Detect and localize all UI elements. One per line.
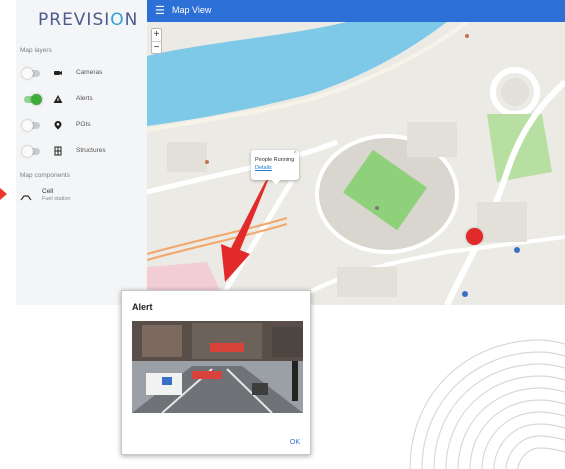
alert-camera-image <box>132 321 303 413</box>
logo-text-prefix: PREVISI <box>38 10 111 30</box>
map-layers-heading: Map layers <box>20 47 52 54</box>
sidebar: PREVISION Map layers Cameras Alerts POIs <box>16 0 147 305</box>
layer-label-alerts: Alerts <box>76 95 93 102</box>
layer-label-pois: POIs <box>76 121 91 128</box>
top-bar: ☰ Map View <box>147 0 565 22</box>
zoom-in-button[interactable]: + <box>152 29 161 41</box>
fuel-station-icon <box>20 194 32 204</box>
logo-text-suffix: N <box>124 10 139 30</box>
structures-toggle[interactable] <box>22 146 40 157</box>
component-title: Cell <box>42 188 54 195</box>
popup-details-link[interactable]: Details <box>255 165 272 171</box>
map-component-item[interactable]: Cell Fuel station <box>20 188 140 210</box>
fingerprint-watermark <box>409 339 565 469</box>
layer-label-structures: Structures <box>76 147 106 154</box>
layer-label-cameras: Cameras <box>76 69 103 76</box>
alerts-toggle[interactable] <box>24 94 42 105</box>
layer-row-alerts[interactable]: Alerts <box>24 93 144 107</box>
popup-close-button[interactable]: × <box>293 150 297 156</box>
app-logo: PREVISION <box>38 10 138 30</box>
pois-toggle[interactable] <box>22 120 40 131</box>
map-components-heading: Map components <box>20 172 70 179</box>
alert-dialog: Alert OK <box>121 290 311 455</box>
alert-title: Alert <box>132 302 153 312</box>
structure-icon <box>52 146 64 158</box>
popup-tip <box>271 179 281 185</box>
map-tiles <box>147 22 565 305</box>
logo-text-accent: O <box>110 10 125 30</box>
cameras-toggle[interactable] <box>22 68 40 79</box>
map-popup: × People Running Details <box>251 150 299 185</box>
popup-title: People Running <box>255 157 295 163</box>
zoom-control: + − <box>151 28 162 54</box>
app-window: PREVISION Map layers Cameras Alerts POIs <box>16 0 565 305</box>
camera-frame <box>132 321 303 413</box>
page-title: Map View <box>172 5 212 15</box>
camera-icon <box>52 68 64 80</box>
map-canvas[interactable]: + − × People Running Details <box>147 22 565 305</box>
component-subtitle: Fuel station <box>42 196 71 202</box>
pin-icon <box>52 120 64 132</box>
menu-icon[interactable]: ☰ <box>155 4 167 18</box>
layer-row-structures[interactable]: Structures <box>22 145 144 159</box>
warning-icon <box>52 94 64 106</box>
alert-marker[interactable] <box>466 228 483 245</box>
zoom-out-button[interactable]: − <box>152 41 161 53</box>
pointer-arrow-icon <box>0 188 7 200</box>
alert-ok-button[interactable]: OK <box>290 439 300 446</box>
layer-row-pois[interactable]: POIs <box>22 119 144 133</box>
layer-row-cameras[interactable]: Cameras <box>22 67 144 81</box>
